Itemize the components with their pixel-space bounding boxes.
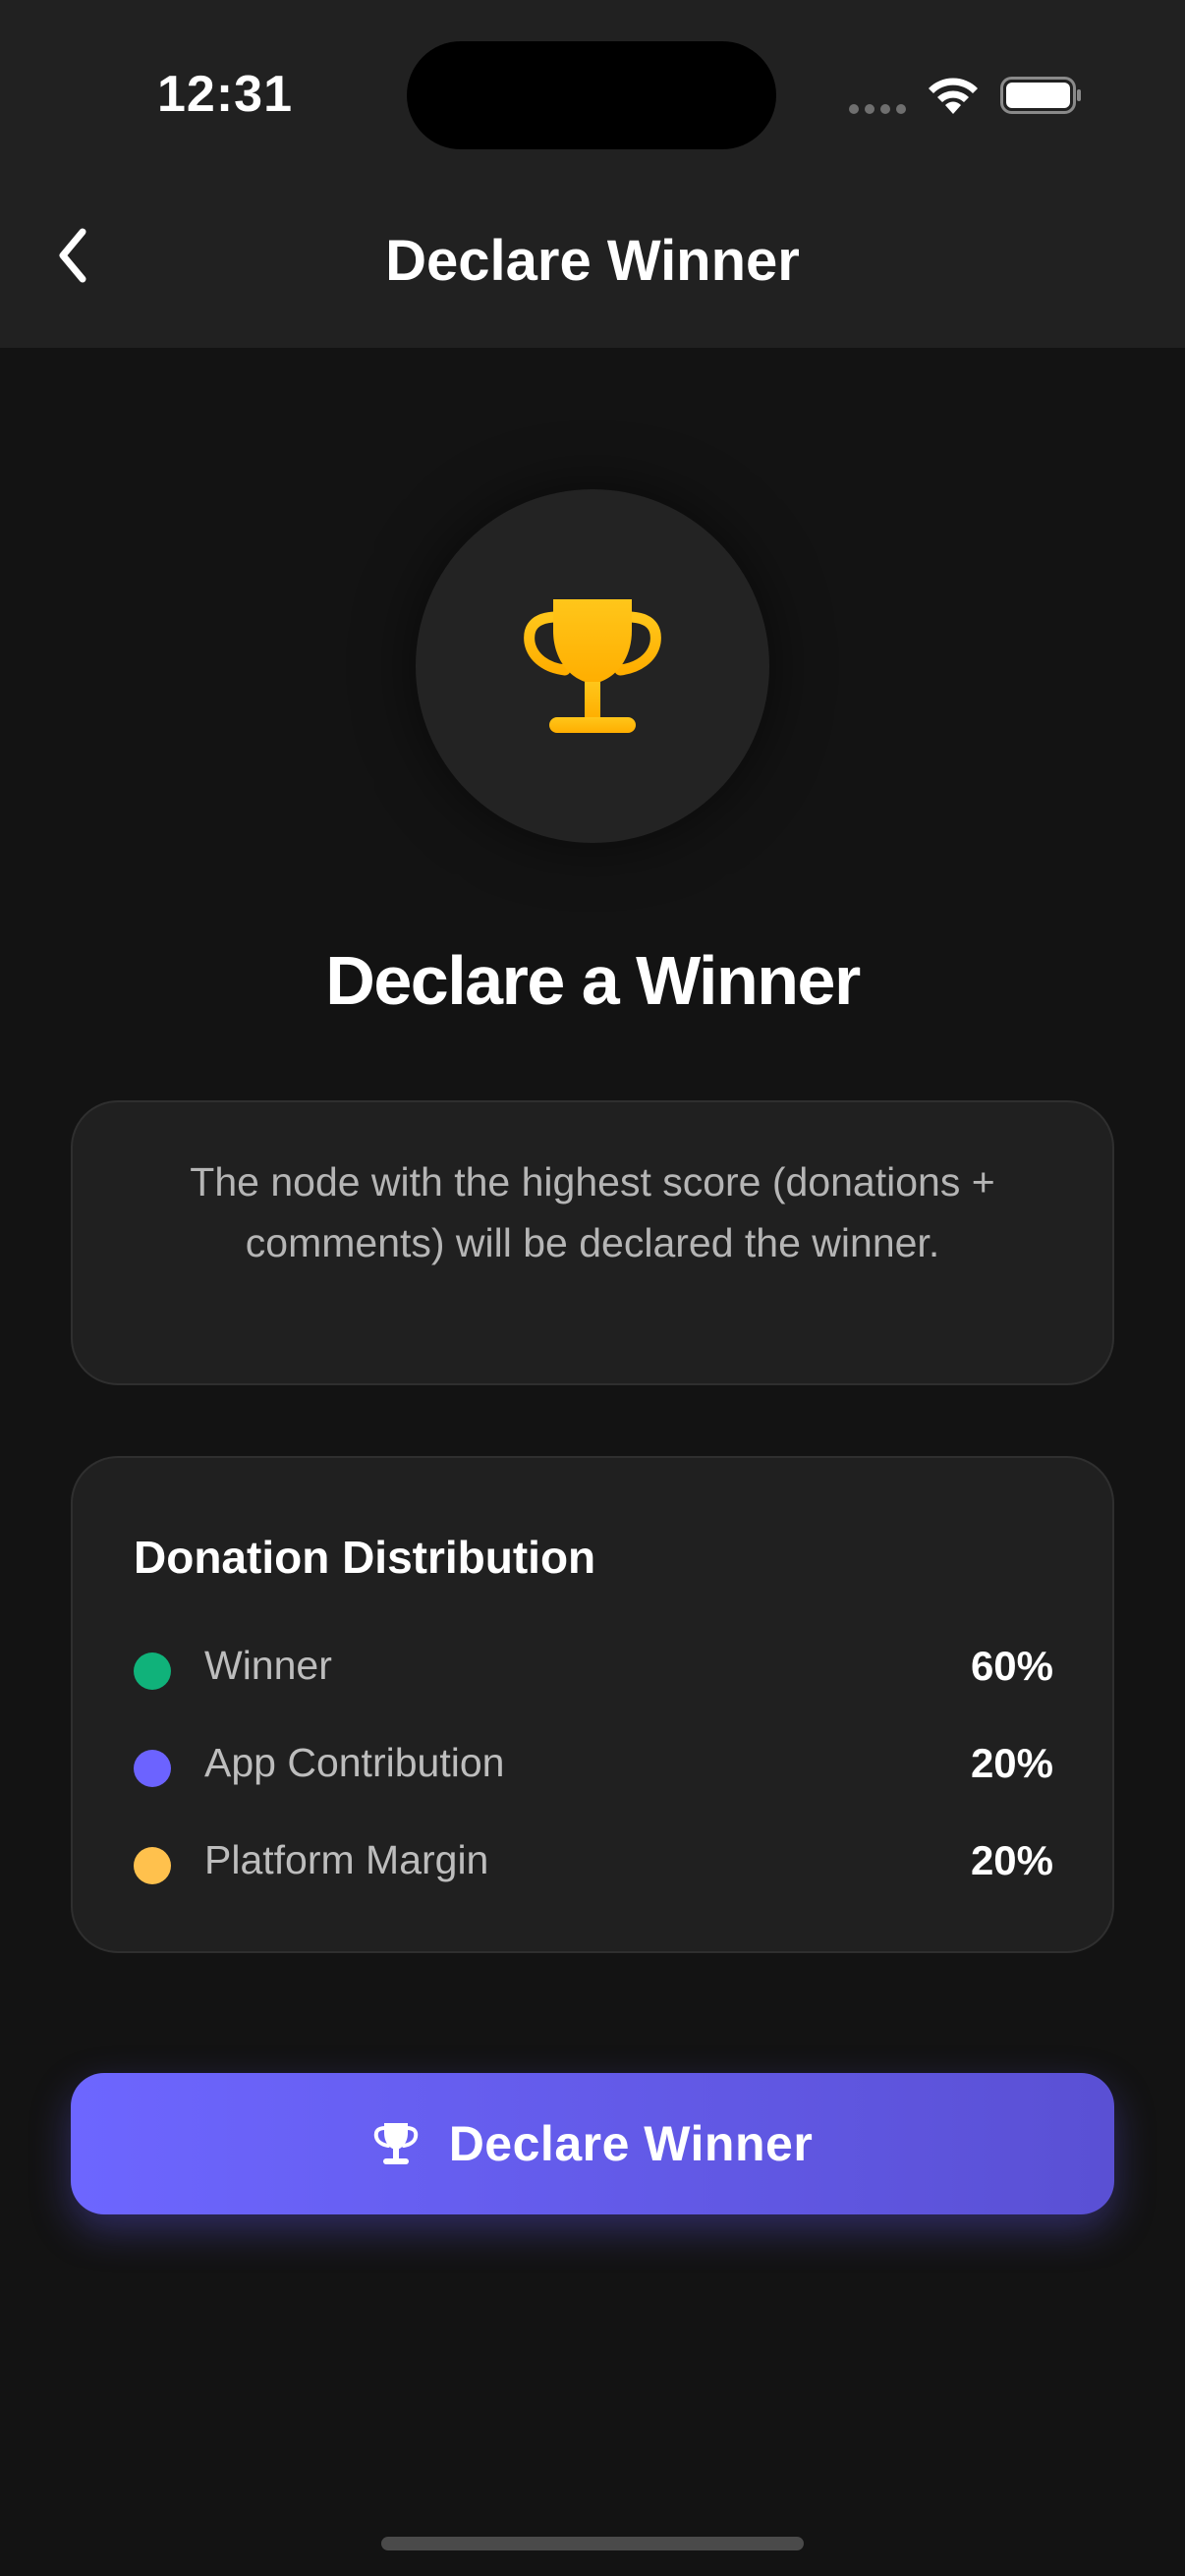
screen: 12:31 Declare Winner Declare a Winner Th… [0,0,1185,2576]
distribution-label: App Contribution [204,1740,505,1785]
donation-distribution-card: Donation Distribution Winner 60% App Con… [71,1456,1114,1953]
dynamic-island [407,41,776,149]
info-card: The node with the highest score (donatio… [71,1100,1114,1385]
page-heading: Declare a Winner [325,942,861,1019]
trophy-icon [524,599,661,733]
distribution-title: Donation Distribution [134,1532,596,1583]
status-bar: 12:31 [0,0,1185,187]
trophy-icon [373,2123,418,2164]
trophy-badge [416,489,769,843]
winner-dot-icon [134,1652,171,1690]
status-time: 12:31 [157,66,293,123]
navigation-bar: Declare Winner [0,187,1185,348]
distribution-value: 20% [970,1740,1053,1786]
app-contribution-dot-icon [134,1750,171,1787]
declare-winner-button-content: Declare Winner [71,2073,1114,2214]
home-indicator[interactable] [381,2537,804,2550]
distribution-value: 60% [970,1643,1053,1689]
distribution-label: Platform Margin [204,1837,489,1882]
distribution-row-winner: Winner 60% [134,1635,1053,1694]
distribution-value: 20% [970,1837,1053,1883]
distribution-row-app-contribution: App Contribution 20% [134,1732,1053,1791]
cellular-signal-icon [849,104,908,114]
info-text: The node with the highest score (donatio… [190,1159,995,1265]
nav-title: Declare Winner [385,229,800,293]
platform-margin-dot-icon [134,1847,171,1884]
battery-icon [1000,77,1081,114]
wifi-icon [929,78,978,114]
declare-winner-label: Declare Winner [448,2116,814,2171]
distribution-row-platform-margin: Platform Margin 20% [134,1829,1053,1888]
distribution-label: Winner [204,1643,332,1688]
declare-winner-button[interactable]: Declare Winner [71,2073,1114,2214]
